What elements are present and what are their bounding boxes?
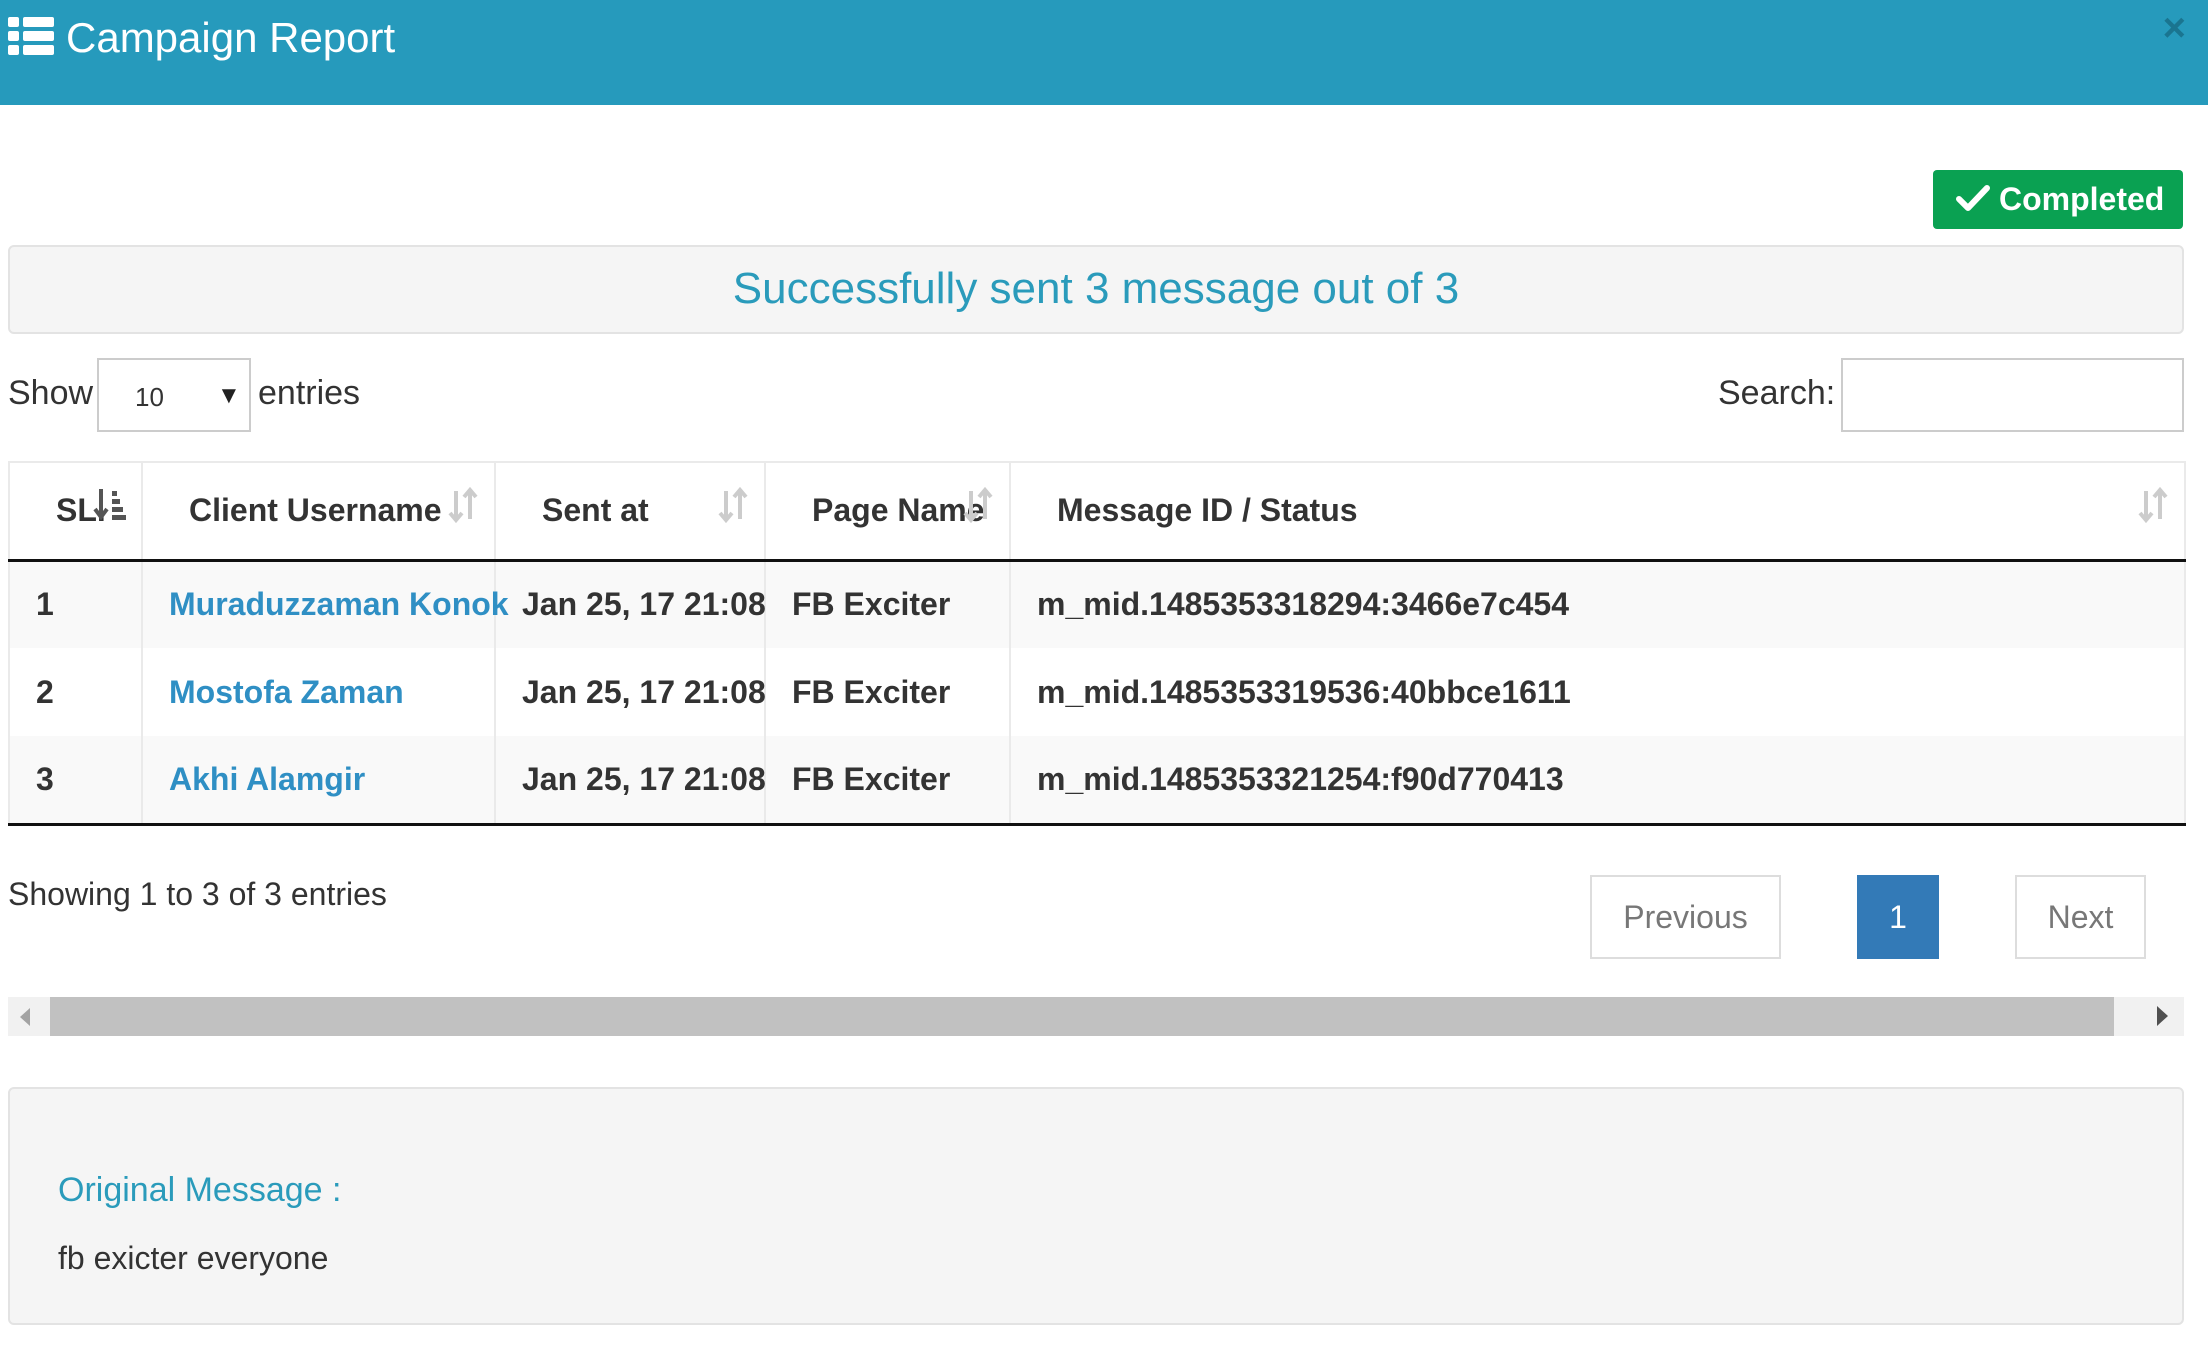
column-header-sl[interactable]: SL. — [8, 461, 143, 562]
column-header-label: Page Name — [812, 492, 985, 529]
sort-icon[interactable] — [961, 485, 995, 525]
scroll-left-icon[interactable] — [20, 1008, 30, 1026]
table-info: Showing 1 to 3 of 3 entries — [8, 876, 387, 912]
client-username-link[interactable]: Akhi Alamgir — [169, 761, 365, 797]
cell-message-id: m_mid.1485353321254:f90d770413 — [1010, 736, 2186, 826]
original-message-panel: Original Message : fb exicter everyone — [8, 1087, 2184, 1325]
column-header-message-id[interactable]: Message ID / Status — [1010, 461, 2186, 562]
sort-icon[interactable] — [2136, 485, 2170, 525]
entries-label: entries — [258, 374, 361, 412]
page-1-button[interactable]: 1 — [1857, 875, 1939, 959]
completed-label: Completed — [1999, 181, 2165, 217]
original-message-text: fb exicter everyone — [58, 1240, 329, 1276]
sort-asc-icon[interactable] — [93, 485, 127, 525]
campaign-table: SL. Client Username Sent at Page Name Me… — [8, 461, 2186, 826]
search-label: Search: — [1718, 374, 1836, 412]
list-icon — [8, 17, 54, 55]
table-row: 2 Mostofa Zaman Jan 25, 17 21:08 FB Exci… — [8, 648, 2186, 736]
cell-sent-at: Jan 25, 17 21:08 — [495, 560, 766, 648]
column-header-label: Message ID / Status — [1057, 492, 1358, 529]
cell-sl: 3 — [8, 736, 143, 826]
cell-client-username: Mostofa Zaman — [142, 648, 496, 736]
column-header-label: Client Username — [189, 492, 442, 529]
column-header-label: Sent at — [542, 492, 649, 529]
previous-page-button[interactable]: Previous — [1590, 875, 1781, 959]
cell-page-name: FB Exciter — [765, 560, 1011, 648]
column-header-sent-at[interactable]: Sent at — [495, 461, 766, 562]
close-icon[interactable]: × — [2163, 8, 2186, 48]
show-label: Show — [8, 374, 94, 412]
modal-header: Campaign Report × — [0, 0, 2208, 105]
cell-page-name: FB Exciter — [765, 736, 1011, 826]
cell-client-username: Akhi Alamgir — [142, 736, 496, 826]
table-row: 3 Akhi Alamgir Jan 25, 17 21:08 FB Excit… — [8, 736, 2186, 826]
chevron-down-icon: ▼ — [217, 382, 241, 409]
cell-sl: 2 — [8, 648, 143, 736]
scrollbar-thumb[interactable] — [50, 997, 2114, 1036]
cell-message-id: m_mid.1485353319536:40bbce1611 — [1010, 648, 2186, 736]
sort-icon[interactable] — [716, 485, 750, 525]
column-header-client-username[interactable]: Client Username — [142, 461, 496, 562]
check-icon — [1956, 185, 1990, 211]
next-page-button[interactable]: Next — [2015, 875, 2146, 959]
completed-badge: Completed — [1933, 170, 2183, 229]
sort-icon[interactable] — [446, 485, 480, 525]
cell-sent-at: Jan 25, 17 21:08 — [495, 648, 766, 736]
cell-sent-at: Jan 25, 17 21:08 — [495, 736, 766, 826]
client-username-link[interactable]: Muraduzzaman Konok — [169, 586, 509, 622]
entries-length-value: 10 — [135, 382, 164, 412]
table-row: 1 Muraduzzaman Konok Jan 25, 17 21:08 FB… — [8, 560, 2186, 648]
table-header-row: SL. Client Username Sent at Page Name Me… — [8, 461, 2186, 562]
search-input[interactable] — [1841, 358, 2184, 432]
original-message-label: Original Message : — [58, 1171, 342, 1209]
cell-sl: 1 — [8, 560, 143, 648]
client-username-link[interactable]: Mostofa Zaman — [169, 674, 404, 710]
cell-client-username: Muraduzzaman Konok — [142, 560, 509, 648]
success-summary: Successfully sent 3 message out of 3 — [8, 245, 2184, 334]
modal-title: Campaign Report — [66, 14, 396, 61]
scroll-right-icon[interactable] — [2157, 1006, 2168, 1026]
horizontal-scrollbar[interactable] — [8, 997, 2184, 1036]
column-header-page-name[interactable]: Page Name — [765, 461, 1011, 562]
cell-message-id: m_mid.1485353318294:3466e7c454 — [1010, 560, 2186, 648]
cell-page-name: FB Exciter — [765, 648, 1011, 736]
entries-length-select[interactable]: 10 ▼ — [97, 358, 251, 432]
